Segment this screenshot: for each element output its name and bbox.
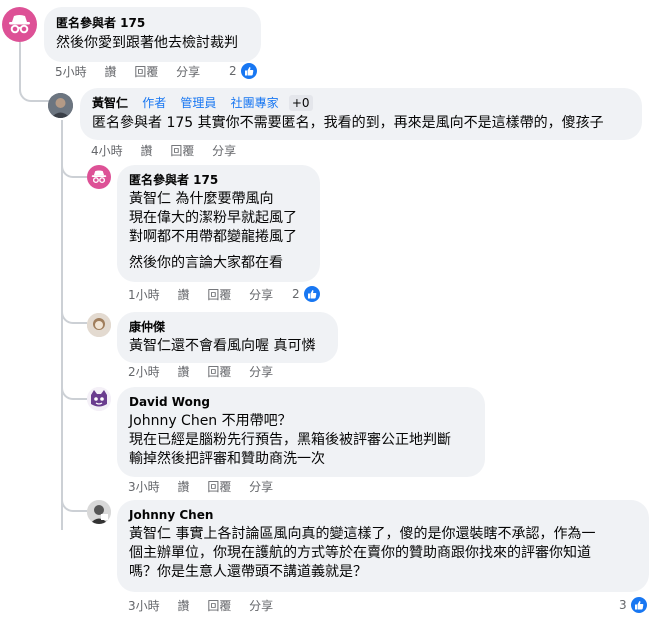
author-badge[interactable]: 作者: [142, 96, 166, 110]
like-button[interactable]: 讚: [104, 65, 116, 79]
comment-time[interactable]: 2小時: [128, 365, 160, 379]
comment-author[interactable]: Johnny Chen: [129, 507, 637, 523]
comment-bubble: 黃智仁 作者 管理員 社團專家 +0 匿名參與者 175 其實你不需要匿名，我看…: [80, 88, 642, 140]
comment-actions: 4小時 讚 回覆 分享: [91, 143, 250, 159]
thread-connector: [19, 78, 49, 102]
user-avatar[interactable]: [87, 387, 111, 411]
reply-button[interactable]: 回覆: [207, 480, 231, 494]
group-expert-badge[interactable]: 社團專家: [231, 96, 279, 110]
comment-author[interactable]: 匿名參與者 175: [56, 15, 249, 31]
like-reaction-icon: [629, 596, 648, 614]
comment-text: 然後你的言論大家都在看: [129, 255, 283, 271]
reaction-count[interactable]: 2: [229, 62, 258, 80]
comment-actions: 5小時 讚 回覆 分享: [55, 64, 214, 80]
like-button[interactable]: 讚: [177, 365, 189, 379]
comment-bubble: David Wong Johnny Chen 不用帶吧？ 現在已經是腦粉先行預告…: [117, 387, 485, 477]
cat-avatar-icon: [87, 387, 111, 411]
like-reaction-icon: [239, 62, 258, 80]
comment-text: 輸掉然後把評審和贊助商洗一次: [129, 451, 325, 467]
like-button[interactable]: 讚: [140, 144, 152, 158]
user-avatar[interactable]: [48, 93, 73, 118]
anonymous-icon: [91, 170, 107, 184]
share-button[interactable]: 分享: [249, 599, 273, 613]
comment-text: 個主辦單位，你現在護航的方式等於在賣你的贊助商跟你找來的評審你知道: [129, 545, 591, 561]
thread-connector: [61, 488, 87, 512]
reply-button[interactable]: 回覆: [134, 65, 158, 79]
like-button[interactable]: 讚: [177, 599, 189, 613]
thread-connector: [61, 160, 87, 178]
comment-actions: 1小時 讚 回覆 分享: [128, 287, 287, 303]
share-button[interactable]: 分享: [249, 365, 273, 379]
comment-text: Johnny Chen 不用帶吧？: [129, 413, 292, 429]
thread-connector: [61, 376, 87, 400]
comment-bubble: 匿名參與者 175 然後你愛到跟著他去檢討裁判: [44, 7, 261, 62]
comment-author[interactable]: 匿名參與者 175: [129, 172, 308, 188]
more-badges[interactable]: +0: [288, 95, 313, 111]
reply-button[interactable]: 回覆: [207, 365, 231, 379]
comment-bubble: 康仲傑 黃智仁還不會看風向喔 真可憐: [117, 312, 338, 363]
comment-bubble: Johnny Chen 黃智仁 事實上各討論區風向真的變這樣了，傻的是你還裝瞎不…: [117, 500, 649, 592]
anonymous-icon: [9, 15, 30, 34]
like-button[interactable]: 讚: [177, 480, 189, 494]
person-photo-icon: [87, 313, 111, 337]
comment-text: 現在偉大的潔粉早就起風了: [129, 210, 297, 226]
person-photo-icon: [48, 93, 73, 118]
comment-time[interactable]: 4小時: [91, 144, 123, 158]
reaction-count[interactable]: 3: [619, 596, 648, 614]
comment-time[interactable]: 5小時: [55, 65, 87, 79]
comment-time[interactable]: 1小時: [128, 288, 160, 302]
comment-actions: 2小時 讚 回覆 分享: [128, 364, 287, 380]
comment-actions: 3小時 讚 回覆 分享: [128, 598, 287, 614]
user-avatar[interactable]: [87, 500, 111, 524]
comment-text: 匿名參與者 175 其實你不需要匿名，我看的到，再來是風向不是這樣帶的，傻孩子: [92, 115, 604, 131]
like-button[interactable]: 讚: [177, 288, 189, 302]
anonymous-avatar[interactable]: [2, 7, 37, 42]
share-button[interactable]: 分享: [212, 144, 236, 158]
reaction-count[interactable]: 2: [292, 285, 321, 303]
comment-time[interactable]: 3小時: [128, 480, 160, 494]
comment-text: 然後你愛到跟著他去檢討裁判: [56, 35, 238, 51]
thread-line: [61, 120, 63, 530]
comment-time[interactable]: 3小時: [128, 599, 160, 613]
comment-text: 現在已經是腦粉先行預告，黑箱後被評審公正地判斷: [129, 432, 451, 448]
share-button[interactable]: 分享: [176, 65, 200, 79]
reply-button[interactable]: 回覆: [170, 144, 194, 158]
comment-text: 黃智仁還不會看風向喔 真可憐: [129, 338, 316, 354]
comment-author[interactable]: 黃智仁: [92, 96, 128, 110]
comment-text: 黃智仁 為什麼要帶風向: [129, 191, 274, 207]
comment-author[interactable]: 康仲傑: [129, 319, 326, 335]
reply-button[interactable]: 回覆: [207, 599, 231, 613]
comment-text: 嗎？你是生意人還帶頭不講道義就是？: [129, 564, 367, 580]
anonymous-avatar[interactable]: [87, 165, 111, 189]
admin-badge[interactable]: 管理員: [180, 96, 216, 110]
user-avatar[interactable]: [87, 313, 111, 337]
share-button[interactable]: 分享: [249, 480, 273, 494]
reply-button[interactable]: 回覆: [207, 288, 231, 302]
thread-connector: [61, 300, 87, 324]
comment-bubble: 匿名參與者 175 黃智仁 為什麼要帶風向 現在偉大的潔粉早就起風了 對啊都不用…: [117, 165, 320, 282]
like-reaction-icon: [302, 285, 321, 303]
comment-author-row: 黃智仁 作者 管理員 社團專家 +0: [92, 95, 630, 111]
share-button[interactable]: 分享: [249, 288, 273, 302]
comment-actions: 3小時 讚 回覆 分享: [128, 479, 287, 495]
comment-text: 黃智仁 事實上各討論區風向真的變這樣了，傻的是你還裝瞎不承認，作為一: [129, 526, 596, 542]
comment-author[interactable]: David Wong: [129, 394, 473, 410]
comment-text: 對啊都不用帶都變龍捲風了: [129, 229, 297, 245]
person-photo-icon: [87, 500, 111, 524]
